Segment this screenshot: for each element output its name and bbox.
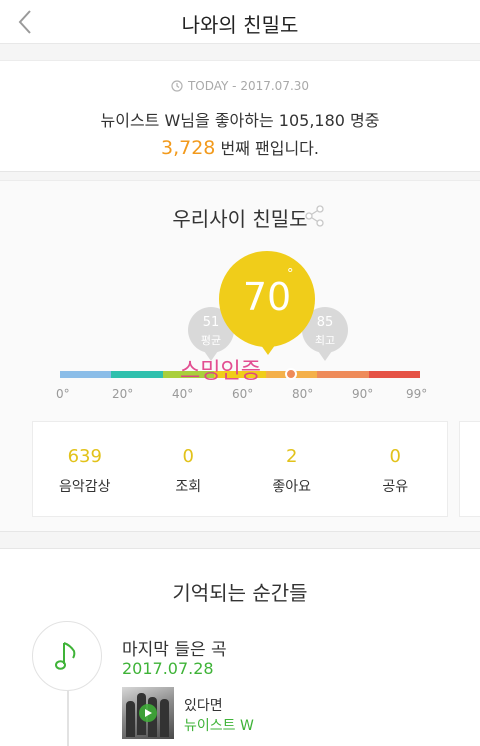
score-bubble-tail [258, 341, 278, 355]
today-date: TODAY - 2017.07.30 [187, 79, 310, 93]
scale-tick: 40° [172, 387, 194, 401]
top-bar: 나와의 친밀도 [0, 0, 480, 44]
activity-stats: 639 음악감상 0 조회 2 좋아요 0 공유 [32, 421, 448, 517]
next-stats-card-edge[interactable] [459, 421, 480, 517]
play-icon [145, 709, 152, 717]
average-label: 평균 [200, 334, 222, 347]
stat-value: 639 [67, 446, 102, 467]
stat-value: 0 [389, 446, 401, 467]
today-row: TODAY - 2017.07.30 [0, 79, 480, 93]
scale-tick: 90° [352, 387, 374, 401]
stat-shares[interactable]: 0 공유 [344, 422, 448, 516]
share-icon [305, 205, 324, 227]
fan-rank-number: 3,728 [161, 137, 216, 159]
play-button[interactable] [139, 704, 157, 722]
scale-tick: 80° [292, 387, 314, 401]
artist-name[interactable]: 뉴이스트 W [184, 715, 254, 735]
scale-tick: 0° [56, 387, 70, 401]
today-summary-card: TODAY - 2017.07.30 뉴이스트 W님을 좋아하는 105,180… [0, 60, 480, 172]
clock-icon [171, 80, 183, 92]
watermark-text: 스밍인증 [180, 359, 261, 384]
stat-value: 0 [182, 446, 194, 467]
intimacy-card: 우리사이 친밀도 51 평균 85 최고 70 ° 스밍인증 0° 20° 40… [0, 180, 480, 532]
stat-likes[interactable]: 2 좋아요 [240, 422, 344, 516]
share-button[interactable] [304, 205, 326, 231]
score-degree: ° [287, 267, 294, 282]
moments-title: 기억되는 순간들 [172, 581, 308, 605]
stat-label: 좋아요 [272, 479, 312, 495]
fan-rank-suffix: 번째 팬입니다. [220, 139, 320, 158]
stat-value: 2 [286, 446, 298, 467]
music-note-badge [32, 621, 102, 691]
scale-tick: 20° [112, 387, 134, 401]
scale-segment [111, 371, 163, 378]
highest-marker [285, 368, 298, 380]
scale-segment [368, 371, 420, 378]
fan-count-text: 뉴이스트 W님을 좋아하는 105,180 명중 [100, 111, 380, 130]
stat-label: 음악감상 [58, 479, 111, 495]
scale-segment [60, 371, 112, 378]
stat-label: 공유 [382, 479, 409, 495]
moment-date: 2017.07.28 [122, 659, 214, 678]
stat-label: 조회 [175, 479, 202, 495]
moments-card: 기억되는 순간들 마지막 들은 곡 2017.07.28 있다면 뉴이스트 W [0, 548, 480, 746]
moment-label: 마지막 들은 곡 [122, 640, 227, 660]
music-note-icon [55, 642, 76, 670]
scale-tick: 99° [406, 387, 428, 401]
fan-rank-text: 3,728 번째 팬입니다. [0, 135, 480, 159]
scale-tick: 60° [232, 387, 254, 401]
score-value: 70 [242, 275, 292, 319]
stat-views[interactable]: 0 조회 [137, 422, 241, 516]
page-title: 나와의 친밀도 [181, 13, 299, 37]
highest-label: 최고 [314, 334, 336, 347]
highest-pin-tail [318, 351, 332, 361]
intimacy-title: 우리사이 친밀도 [172, 207, 308, 231]
stat-music-listening[interactable]: 639 음악감상 [33, 422, 137, 516]
song-title[interactable]: 있다면 [184, 695, 223, 715]
scale-segment [317, 371, 369, 378]
